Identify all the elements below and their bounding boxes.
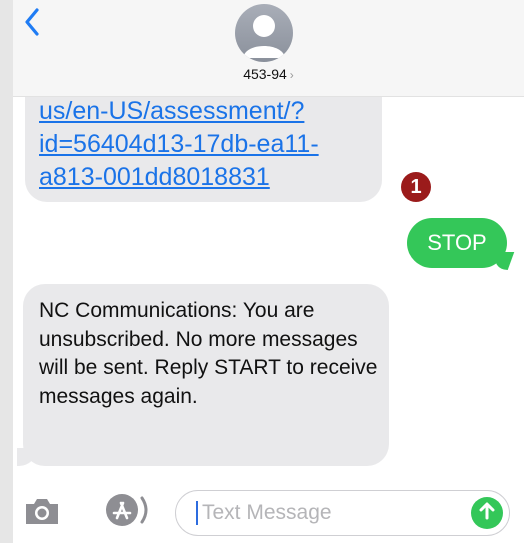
assessment-link[interactable]: us/en-US/assessment/? id=56404d13-17db-e… [39,95,369,194]
camera-button[interactable] [23,497,61,529]
message-input[interactable]: Text Message [175,490,510,536]
app-store-button[interactable] [98,493,152,532]
camera-icon [23,496,61,531]
contact-avatar-icon[interactable] [235,4,293,62]
message-input-placeholder: Text Message [202,501,332,524]
text-cursor [196,501,198,525]
send-button[interactable] [471,497,503,529]
chevron-right-icon: › [289,68,294,82]
conversation-header: 453-94 › [13,0,524,97]
compose-toolbar: Text Message [13,480,524,543]
sent-message-bubble: STOP [407,218,507,268]
back-button[interactable] [17,6,47,42]
annotation-badge: 1 [401,172,431,202]
received-message-text: NC Communications: You are unsubscribed.… [39,299,378,408]
app-store-icon [98,493,152,532]
contact-number: 453-94 [243,66,287,82]
contact-name-button[interactable]: 453-94 › [13,66,524,82]
messages-screen: us/en-US/assessment/? id=56404d13-17db-e… [13,0,524,543]
back-chevron-icon [24,7,40,41]
send-arrow-icon [477,501,497,526]
